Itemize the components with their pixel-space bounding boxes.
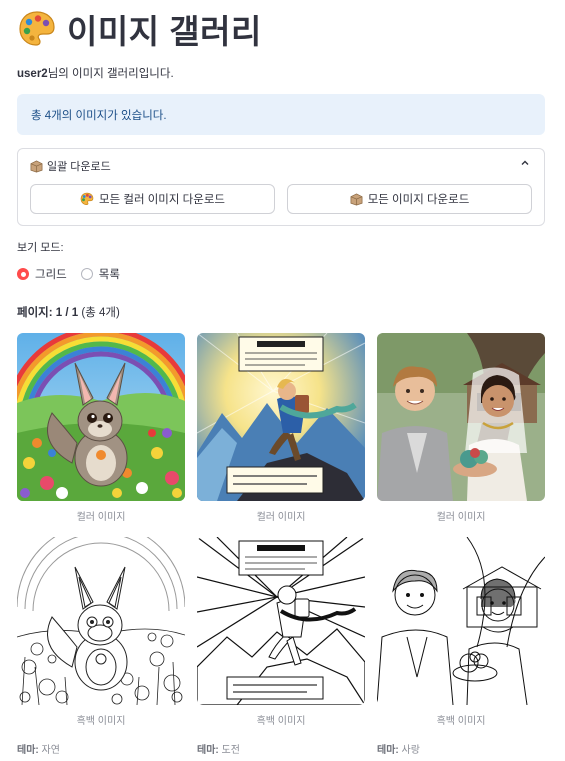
- chevron-up-icon[interactable]: [520, 158, 530, 168]
- info-alert: 총 4개의 이미지가 있습니다.: [17, 94, 545, 135]
- theme-label: 테마: 도전: [197, 741, 240, 756]
- color-image-comic-hero[interactable]: [197, 333, 365, 501]
- page-header: 이미지 갤러리: [17, 8, 262, 50]
- view-mode-label: 보기 모드:: [17, 242, 64, 254]
- button-label: 모든 이미지 다운로드: [367, 194, 470, 206]
- view-mode-radio-group: 그리드 목록: [17, 266, 120, 282]
- button-label: 모든 컬러 이미지 다운로드: [99, 194, 225, 206]
- subtitle-text: 님의 이미지 갤러리입니다.: [47, 68, 174, 80]
- image-caption: 흑백 이미지: [76, 716, 126, 727]
- radio-unselected-icon[interactable]: [80, 268, 93, 280]
- palette-icon: [17, 9, 57, 49]
- image-caption: 흑백 이미지: [436, 716, 486, 727]
- pagination-info: 페이지: 1 / 1 (총 4개): [17, 304, 120, 320]
- theme-key: 테마:: [197, 745, 219, 756]
- pagination-value: 1 / 1: [55, 307, 79, 319]
- image-caption: 컬러 이미지: [436, 512, 486, 523]
- theme-value: 사랑: [401, 745, 420, 756]
- download-all-images-button[interactable]: 모든 이미지 다운로드: [287, 184, 532, 214]
- theme-value: 자연: [41, 745, 60, 756]
- image-caption: 컬러 이미지: [256, 512, 306, 523]
- bulk-download-expander: 일괄 다운로드 모든 컬러 이미지 다운로드 모든 이미지 다운로드: [17, 148, 545, 226]
- theme-key: 테마:: [377, 745, 399, 756]
- package-icon: [30, 160, 43, 173]
- theme-key: 테마:: [17, 745, 39, 756]
- pagination-total: (총 4개): [81, 307, 120, 319]
- palette-icon: [80, 192, 94, 206]
- radio-selected-icon[interactable]: [17, 268, 29, 280]
- radio-label: 목록: [98, 269, 120, 281]
- image-caption: 흑백 이미지: [256, 716, 306, 727]
- radio-list[interactable]: 목록: [80, 266, 120, 282]
- download-color-images-button[interactable]: 모든 컬러 이미지 다운로드: [30, 184, 275, 214]
- color-image-squirrel[interactable]: [17, 333, 185, 501]
- radio-grid[interactable]: 그리드: [17, 266, 67, 282]
- expander-header[interactable]: 일괄 다운로드: [30, 158, 111, 174]
- page-title: 이미지 갤러리: [67, 13, 262, 50]
- package-icon: [350, 193, 363, 206]
- username: user2: [17, 68, 48, 80]
- theme-value: 도전: [221, 745, 240, 756]
- theme-label: 테마: 사랑: [377, 741, 420, 756]
- theme-label: 테마: 자연: [17, 741, 60, 756]
- pagination-label: 페이지:: [17, 307, 53, 319]
- info-text: 총 4개의 이미지가 있습니다.: [31, 109, 167, 122]
- image-caption: 컬러 이미지: [76, 512, 126, 523]
- color-image-boy-girl[interactable]: [377, 333, 545, 501]
- expander-label: 일괄 다운로드: [47, 161, 111, 173]
- radio-label: 그리드: [35, 269, 67, 281]
- bw-image-comic-hero[interactable]: [197, 537, 365, 705]
- bw-image-boy-girl[interactable]: [377, 537, 545, 705]
- bw-image-squirrel[interactable]: [17, 537, 185, 705]
- subtitle: user2님의 이미지 갤러리입니다.: [17, 65, 174, 81]
